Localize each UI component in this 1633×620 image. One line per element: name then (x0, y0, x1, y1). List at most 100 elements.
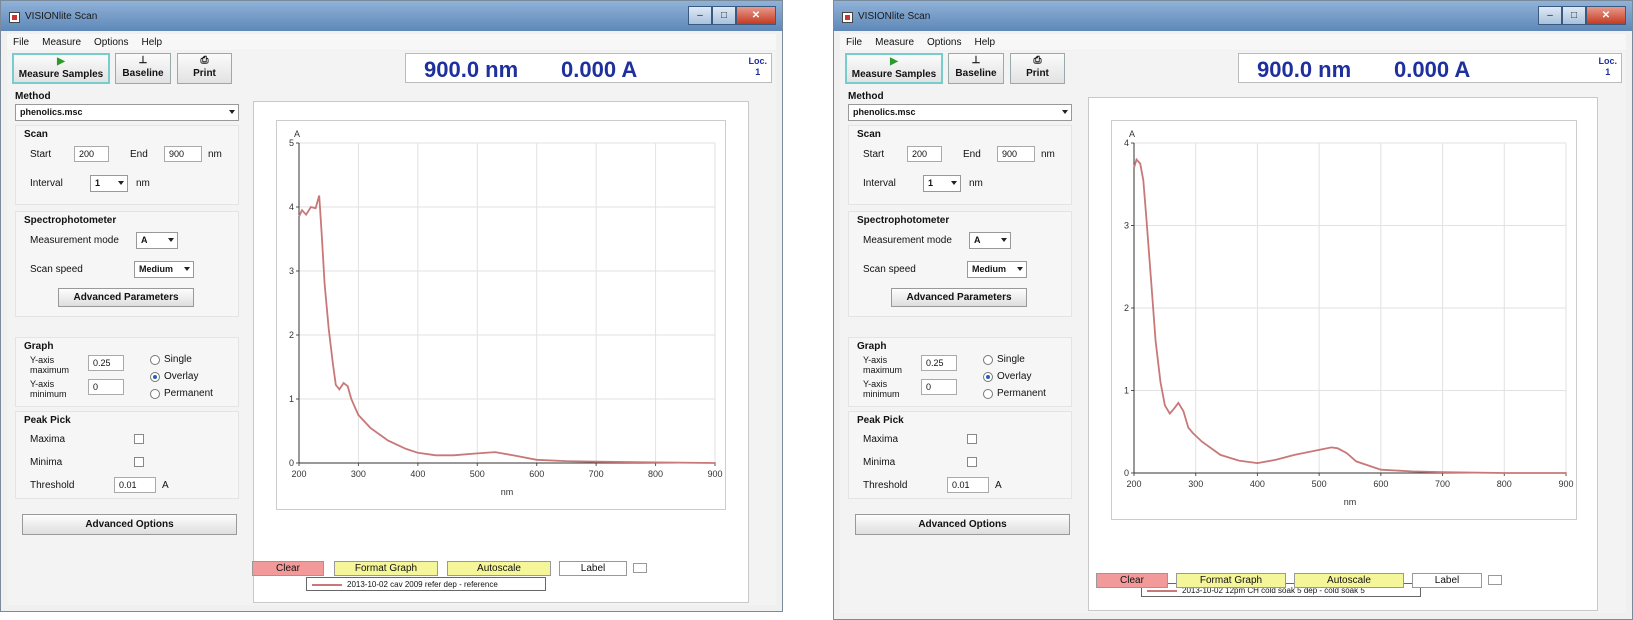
end-field[interactable]: 900 (164, 146, 202, 162)
baseline-button[interactable]: ⊥ Baseline (948, 53, 1004, 84)
maximize-button[interactable]: □ (712, 6, 736, 25)
measure-samples-button[interactable]: ▶ Measure Samples (845, 53, 943, 84)
clear-button[interactable]: Clear (252, 561, 324, 576)
print-label: Print (1026, 68, 1049, 79)
y-tick-label: 2 (289, 330, 294, 340)
measure-samples-button[interactable]: ▶ Measure Samples (12, 53, 110, 84)
minima-checkbox[interactable] (134, 457, 144, 467)
threshold-field[interactable]: 0.01 (114, 477, 156, 493)
menu-file[interactable]: File (846, 37, 862, 48)
menu-bar: File Measure Options Help (7, 34, 776, 50)
menu-measure[interactable]: Measure (875, 37, 914, 48)
legend-entry: 2013-10-02 cav 2009 refer dep - referenc… (347, 580, 498, 589)
threshold-label: Threshold (863, 480, 908, 491)
single-radio[interactable] (150, 355, 160, 365)
interval-label: Interval (863, 178, 896, 189)
location-indicator: Loc. 1 (748, 56, 767, 78)
menu-options[interactable]: Options (927, 37, 961, 48)
maxima-checkbox[interactable] (134, 434, 144, 444)
speed-value: Medium (972, 264, 1007, 274)
menu-file[interactable]: File (13, 37, 29, 48)
autoscale-button[interactable]: Autoscale (1294, 573, 1404, 588)
menu-help[interactable]: Help (142, 37, 163, 48)
peak-label: Peak Pick (24, 415, 71, 426)
interval-value: 1 (928, 178, 934, 188)
menu-measure[interactable]: Measure (42, 37, 81, 48)
advanced-parameters-button[interactable]: Advanced Parameters (58, 288, 194, 307)
speed-label: Scan speed (863, 264, 916, 275)
autoscale-button[interactable]: Autoscale (447, 561, 551, 576)
print-button[interactable]: ⎙ Print (177, 53, 232, 84)
maxima-label: Maxima (30, 434, 66, 445)
ymin-field[interactable]: 0 (88, 379, 124, 395)
print-button[interactable]: ⎙ Print (1010, 53, 1065, 84)
start-field[interactable]: 200 (74, 146, 109, 162)
permanent-radio[interactable] (983, 389, 993, 399)
ymax-field[interactable]: 0.25 (921, 355, 957, 371)
mode-select[interactable]: A (969, 232, 1011, 249)
format-graph-button[interactable]: Format Graph (334, 561, 438, 576)
close-button[interactable]: ✕ (1586, 6, 1626, 25)
interval-select[interactable]: 1 (90, 175, 128, 192)
overlay-radio[interactable] (983, 372, 993, 382)
mode-label: Measurement mode (863, 235, 952, 246)
spectrum-series-line (1133, 157, 1566, 474)
spectrum-chart: 200 300 400 500 600 700 800 900 0 1 2 3 4 5 nm A (289, 129, 723, 497)
clear-button[interactable]: Clear (1096, 573, 1168, 588)
graph-label: Graph (857, 341, 887, 352)
mode-select[interactable]: A (136, 232, 178, 249)
method-select[interactable]: phenolics.msc (15, 104, 239, 121)
plot-panel: 200 300 400 500 600 700 800 900 0 1 2 3 4 5 nm A 2013-1… (253, 101, 749, 603)
minima-checkbox[interactable] (967, 457, 977, 467)
data-point (1256, 462, 1259, 464)
x-tick-label: 300 (351, 469, 366, 479)
advanced-options-button[interactable]: Advanced Options (855, 514, 1070, 535)
title-bar[interactable]: VISIONlite Scan – □ ✕ (1, 1, 782, 31)
baseline-button[interactable]: ⊥ Baseline (115, 53, 171, 84)
readout-display: 900.0 nm 0.000 A Loc. 1 (405, 53, 772, 83)
permanent-label: Permanent (997, 388, 1046, 399)
speed-select[interactable]: Medium (134, 261, 194, 278)
maximize-button[interactable]: □ (1562, 6, 1586, 25)
resize-grip-icon[interactable] (1488, 575, 1502, 585)
label-button[interactable]: Label (559, 561, 627, 576)
printer-icon: ⎙ (200, 55, 209, 66)
spectrum-chart: 200 300 400 500 600 700 800 900 0 1 2 3 4 nm A (1124, 129, 1574, 507)
single-radio[interactable] (983, 355, 993, 365)
advanced-parameters-button[interactable]: Advanced Parameters (891, 288, 1027, 307)
menu-bar: File Measure Options Help (840, 34, 1626, 50)
speed-select[interactable]: Medium (967, 261, 1027, 278)
data-point (1379, 468, 1382, 471)
interval-select[interactable]: 1 (923, 175, 961, 192)
threshold-field[interactable]: 0.01 (947, 477, 989, 493)
close-button[interactable]: ✕ (736, 6, 776, 25)
title-bar[interactable]: VISIONlite Scan – □ ✕ (834, 1, 1632, 31)
plot-area: 200 300 400 500 600 700 800 900 0 1 2 3 4 nm A (1111, 120, 1577, 520)
x-tick-label: 900 (1558, 479, 1573, 489)
x-tick-label: 900 (707, 469, 722, 479)
menu-options[interactable]: Options (94, 37, 128, 48)
peak-label: Peak Pick (857, 415, 904, 426)
minimize-button[interactable]: – (688, 6, 712, 25)
x-tick-label: 500 (1312, 479, 1327, 489)
spectro-label: Spectrophotometer (857, 215, 950, 226)
menu-help[interactable]: Help (975, 37, 996, 48)
data-point (535, 458, 538, 461)
interval-value: 1 (95, 178, 101, 188)
format-graph-button[interactable]: Format Graph (1176, 573, 1286, 588)
advanced-options-button[interactable]: Advanced Options (22, 514, 237, 535)
permanent-radio[interactable] (150, 389, 160, 399)
ymin-field[interactable]: 0 (921, 379, 957, 395)
plot-panel: 200 300 400 500 600 700 800 900 0 1 2 3 4 nm A 2013-10… (1088, 97, 1598, 611)
printer-icon: ⎙ (1033, 55, 1042, 66)
maxima-checkbox[interactable] (967, 434, 977, 444)
label-button[interactable]: Label (1412, 573, 1482, 588)
start-field[interactable]: 200 (907, 146, 942, 162)
resize-grip-icon[interactable] (633, 563, 647, 573)
end-field[interactable]: 900 (997, 146, 1035, 162)
minimize-button[interactable]: – (1538, 6, 1562, 25)
overlay-radio[interactable] (150, 372, 160, 382)
method-select[interactable]: phenolics.msc (848, 104, 1072, 121)
data-point (1503, 472, 1506, 474)
ymax-field[interactable]: 0.25 (88, 355, 124, 371)
